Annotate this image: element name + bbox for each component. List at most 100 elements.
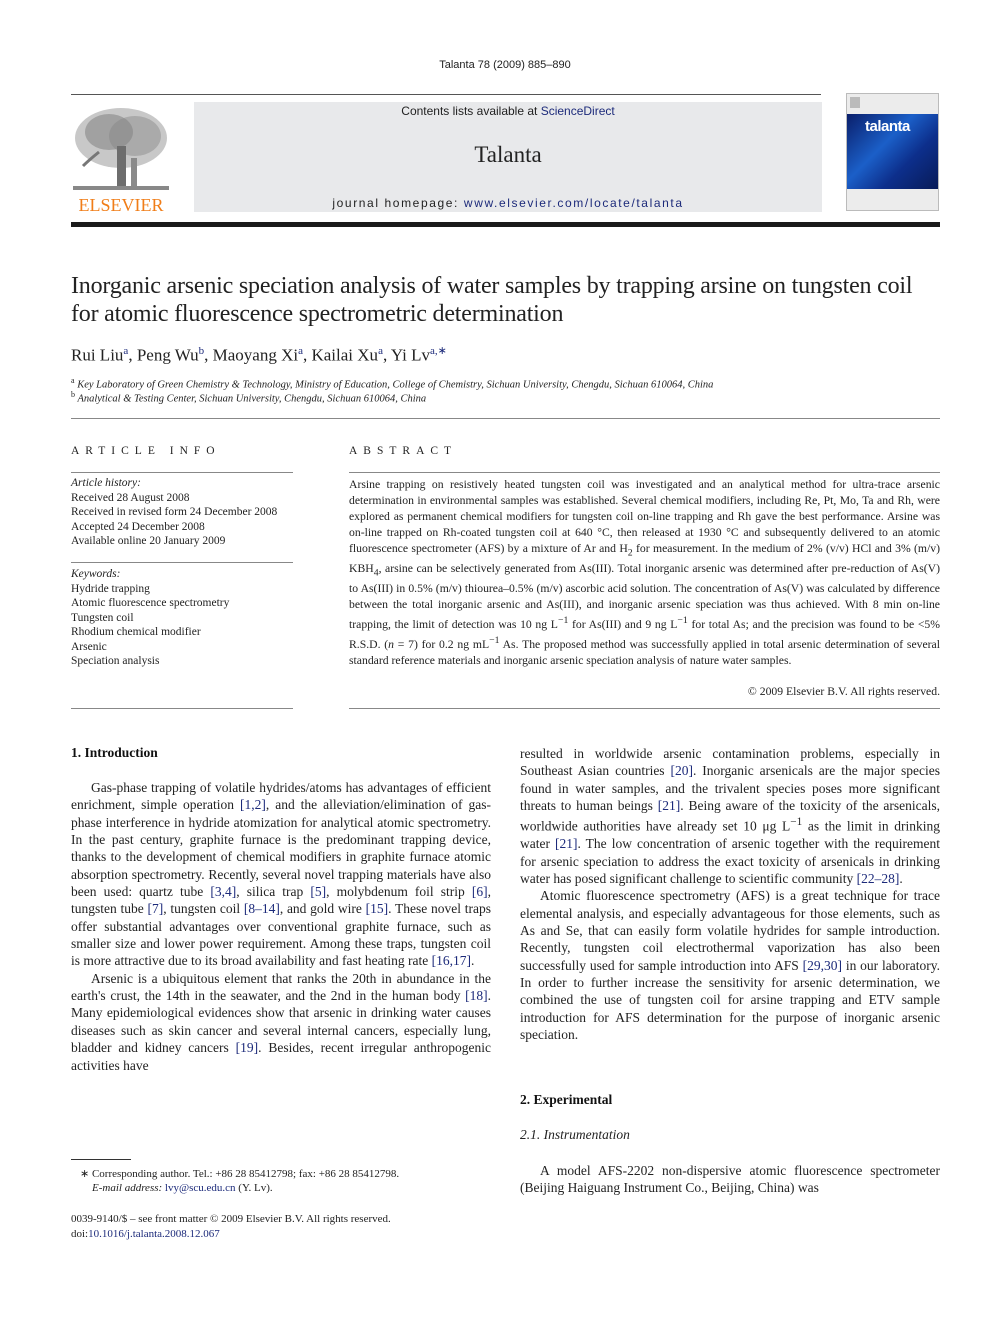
text: , and gold wire <box>279 901 366 917</box>
journal-name: Talanta <box>474 142 542 167</box>
doi-label: doi: <box>71 1228 89 1240</box>
affiliation-mark[interactable]: a,∗ <box>430 345 447 357</box>
keyword-item: Arsenic <box>71 640 107 653</box>
history-label: Article history: <box>71 477 141 489</box>
superscript: −1 <box>557 614 569 626</box>
sciencedirect-link[interactable]: ScienceDirect <box>541 104 615 118</box>
keywords-label: Keywords: <box>71 568 121 580</box>
journal-masthead: Contents lists available at ScienceDirec… <box>194 102 822 212</box>
issn-line: 0039-9140/$ – see front matter © 2009 El… <box>71 1213 391 1225</box>
journal-reference: Talanta 78 (2009) 885–890 <box>439 59 571 71</box>
affiliation-mark: b <box>71 390 75 399</box>
body-column-left: Gas-phase trapping of volatile hydrides/… <box>71 779 491 1074</box>
superscript: −1 <box>677 614 688 626</box>
history-item: Received in revised form 24 December 200… <box>71 506 278 518</box>
divider <box>71 708 293 709</box>
citation-link[interactable]: [3,4] <box>210 884 236 899</box>
superscript: −1 <box>489 634 500 646</box>
contents-prefix: Contents lists available at <box>401 104 541 118</box>
keyword-item: Rhodium chemical modifier <box>71 626 201 638</box>
corresponding-author-footnote: ∗ Corresponding author. Tel.: +86 28 854… <box>80 1167 500 1195</box>
paragraph: A model AFS-2202 non-dispersive atomic f… <box>520 1163 940 1196</box>
keyword-item: Speciation analysis <box>71 655 160 667</box>
article-title: Inorganic arsenic speciation analysis of… <box>71 273 913 327</box>
divider <box>71 562 293 563</box>
keyword-item: Atomic fluorescence spectrometry <box>71 597 230 609</box>
doi-link[interactable]: 10.1016/j.talanta.2008.12.067 <box>88 1228 220 1240</box>
superscript: −1 <box>790 816 803 829</box>
history-item: Received 28 August 2008 <box>71 491 190 504</box>
email-link[interactable]: lvy@scu.edu.cn <box>165 1182 236 1194</box>
citation-link[interactable]: [21] <box>658 798 681 813</box>
text: . <box>471 953 475 969</box>
affiliation-mark: a <box>71 376 75 385</box>
abstract-fragment: for As(III) and 9 ng L <box>568 617 678 631</box>
email-label: E-mail address: <box>92 1182 165 1194</box>
divider <box>71 418 940 419</box>
abstract-fragment: = 7) for 0.2 ng mL <box>394 637 490 651</box>
article-info-heading: ARTICLE INFO <box>71 445 221 457</box>
text: . <box>899 870 903 886</box>
abstract-copyright: © 2009 Elsevier B.V. All rights reserved… <box>747 685 940 698</box>
paragraph: Atomic fluorescence spectrometry (AFS) i… <box>520 887 940 1043</box>
footnote-text: Corresponding author. Tel.: +86 28 85412… <box>89 1168 400 1180</box>
elsevier-wordmark[interactable]: ELSEVIER <box>69 195 173 216</box>
issn-doi-block: 0039-9140/$ – see front matter © 2009 El… <box>71 1212 391 1242</box>
author[interactable]: Rui Liu <box>71 346 123 365</box>
text: Arsenic is a ubiquitous element that ran… <box>71 970 491 1004</box>
abstract-heading: ABSTRACT <box>349 445 458 457</box>
affiliation-a: a Key Laboratory of Green Chemistry & Te… <box>71 376 713 391</box>
author[interactable]: Peng Wu <box>137 346 199 365</box>
header-rule <box>71 94 821 95</box>
citation-link[interactable]: [1,2] <box>240 797 266 812</box>
affiliation-mark[interactable]: b <box>199 345 205 357</box>
section-heading-introduction: 1. Introduction <box>71 745 158 760</box>
author[interactable]: Yi Lv <box>391 346 430 365</box>
affiliation-text: Analytical & Testing Center, Sichuan Uni… <box>77 393 427 405</box>
citation-link[interactable]: [21] <box>555 836 578 851</box>
body-column-right-continued: A model AFS-2202 non-dispersive atomic f… <box>520 1162 940 1197</box>
subsection-heading-instrumentation: 2.1. Instrumentation <box>520 1127 630 1142</box>
footnote-rule <box>71 1159 131 1160</box>
tree-icon <box>73 108 169 190</box>
homepage-line: journal homepage: www.elsevier.com/locat… <box>194 196 822 210</box>
citation-link[interactable]: [8–14] <box>244 901 280 916</box>
text: , tungsten coil <box>163 901 244 917</box>
section-heading-experimental: 2. Experimental <box>520 1092 613 1107</box>
affiliation-mark[interactable]: a <box>123 345 128 357</box>
citation-link[interactable]: [7] <box>147 901 163 916</box>
citation-link[interactable]: [16,17] <box>432 953 471 968</box>
divider <box>71 472 293 473</box>
citation-link[interactable]: [18] <box>465 988 488 1003</box>
affiliation-b: b Analytical & Testing Center, Sichuan U… <box>71 390 426 405</box>
cover-emblem-icon <box>850 97 860 108</box>
citation-link[interactable]: [19] <box>236 1040 259 1055</box>
contents-line: Contents lists available at ScienceDirec… <box>194 104 822 118</box>
masthead-thick-rule <box>71 222 940 227</box>
homepage-link[interactable]: www.elsevier.com/locate/talanta <box>464 196 684 210</box>
author[interactable]: Maoyang Xi <box>213 346 298 365</box>
journal-cover-thumbnail[interactable]: talanta <box>846 93 939 211</box>
divider <box>349 472 940 473</box>
citation-link[interactable]: [6] <box>472 884 488 899</box>
affiliation-text: Key Laboratory of Green Chemistry & Tech… <box>77 379 714 391</box>
keyword-item: Hydride trapping <box>71 582 150 595</box>
history-item: Accepted 24 December 2008 <box>71 520 205 533</box>
paragraph: resulted in worldwide arsenic contaminat… <box>520 745 940 887</box>
divider <box>349 708 940 709</box>
citation-link[interactable]: [20] <box>670 763 693 778</box>
history-item: Available online 20 January 2009 <box>71 535 226 547</box>
affiliation-mark[interactable]: a <box>298 345 303 357</box>
citation-link[interactable]: [29,30] <box>803 958 842 973</box>
author[interactable]: Kailai Xu <box>311 346 378 365</box>
citation-link[interactable]: [22–28] <box>857 871 900 886</box>
text: , silica trap <box>236 884 311 900</box>
citation-link[interactable]: [5] <box>310 884 326 899</box>
citation-link[interactable]: [15] <box>366 901 389 916</box>
paragraph: Arsenic is a ubiquitous element that ran… <box>71 970 491 1074</box>
cover-title: talanta <box>865 118 910 135</box>
email-suffix: (Y. Lv). <box>235 1182 273 1194</box>
affiliation-mark[interactable]: a <box>378 345 383 357</box>
paragraph: Gas-phase trapping of volatile hydrides/… <box>71 779 491 970</box>
keywords: Keywords: Hydride trapping Atomic fluore… <box>71 567 311 669</box>
